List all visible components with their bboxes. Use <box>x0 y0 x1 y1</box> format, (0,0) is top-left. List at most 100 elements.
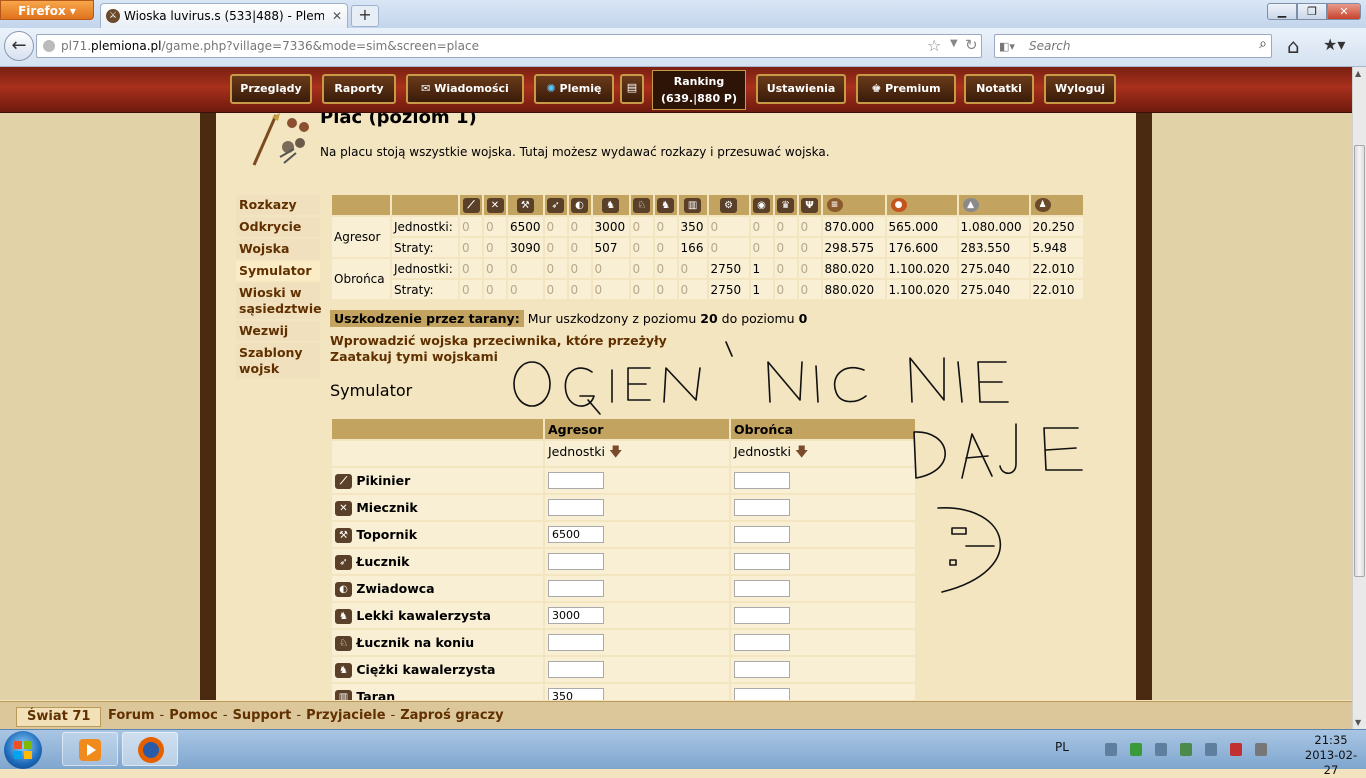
left-menu-wezwij[interactable]: Wezwij <box>236 321 320 343</box>
left-menu-szablony-wojsk[interactable]: Szablony wojsk <box>236 343 320 381</box>
window-restore-button[interactable]: ❐ <box>1297 3 1327 20</box>
search-icon[interactable]: ⌕ <box>1259 36 1267 52</box>
unit-name: Łucznik na koniu <box>356 634 475 650</box>
notebook-button[interactable]: ▤ <box>620 74 644 104</box>
reload-icon[interactable]: ↻ <box>965 36 978 54</box>
ram-damage-to: 0 <box>798 311 808 326</box>
agg-spy-input[interactable] <box>548 580 604 597</box>
left-menu-symulator[interactable]: Symulator <box>236 261 320 283</box>
agg-spear-input[interactable] <box>548 472 604 489</box>
def-archer-input[interactable] <box>734 553 790 570</box>
agg-sword-input[interactable] <box>548 499 604 516</box>
footer-link-przyjaciele[interactable]: Przyjaciele <box>306 708 385 723</box>
tray-battery-icon[interactable] <box>1130 743 1142 756</box>
menu-wiadomosci-button[interactable]: ✉ Wiadomości <box>406 74 524 104</box>
menu-plemie-button[interactable]: ✺ Plemię <box>534 74 614 104</box>
agg-heavy-input[interactable] <box>548 661 604 678</box>
home-icon[interactable]: ⌂ <box>1287 34 1300 58</box>
agg-marcher-input[interactable] <box>548 634 604 651</box>
menu-item-label: Ustawienia <box>766 82 836 95</box>
def-axe-input[interactable] <box>734 526 790 543</box>
footer-link-forum[interactable]: Forum <box>108 708 155 723</box>
def-sword-input[interactable] <box>734 499 790 516</box>
new-tab-button[interactable]: + <box>351 5 379 27</box>
taskbar-clock[interactable]: 21:35 2013-02-27 <box>1298 733 1364 778</box>
ranking-box[interactable]: Ranking (639.|880 P) <box>652 70 746 110</box>
left-menu-odkrycie[interactable]: Odkrycie <box>236 217 320 239</box>
back-button[interactable]: ← <box>4 31 34 61</box>
def-spy-input[interactable] <box>734 580 790 597</box>
menu-ustawienia-button[interactable]: Ustawienia <box>756 74 846 104</box>
footer-link-support[interactable]: Support <box>233 708 292 723</box>
taskbar-firefox[interactable] <box>122 732 178 766</box>
menu-raporty-button[interactable]: Raporty <box>322 74 396 104</box>
unit-name-cell: ⟋ Pikinier <box>332 468 543 493</box>
bookmark-star-icon[interactable]: ☆ <box>927 36 941 55</box>
browser-tab[interactable]: ⚔ Wioska luvirus.s (533|488) - Plemiona … <box>100 3 348 28</box>
scrollbar-thumb[interactable] <box>1354 145 1365 577</box>
tray-flag-icon[interactable] <box>1230 743 1242 756</box>
def-light-input[interactable] <box>734 607 790 624</box>
agg-ram-input[interactable] <box>548 688 604 700</box>
attack-with-troops-link[interactable]: Zaatakuj tymi wojskami <box>330 349 498 364</box>
menu-item-label: Plemię <box>559 82 602 95</box>
sim-agg-cell <box>545 657 729 682</box>
window-close-button[interactable]: ✕ <box>1327 3 1361 20</box>
agg-archer-input[interactable] <box>548 553 604 570</box>
result-cell: 0 <box>484 238 506 257</box>
agg-axe-input[interactable] <box>548 526 604 543</box>
insert-survivors-link[interactable]: Wprowadzić wojska przeciwnika, które prz… <box>330 333 667 348</box>
footer-link-pomoc[interactable]: Pomoc <box>169 708 218 723</box>
def-marcher-input[interactable] <box>734 634 790 651</box>
scroll-down-icon[interactable]: ▼ <box>1355 718 1361 727</box>
taskbar-media-player[interactable] <box>62 732 118 766</box>
tray-app-icon[interactable] <box>1180 743 1192 756</box>
footer-link-zapros-graczy[interactable]: Zaproś graczy <box>400 708 503 723</box>
menu-notatki-button[interactable]: Notatki <box>964 74 1034 104</box>
menu-premium-button[interactable]: ♚ Premium <box>856 74 956 104</box>
ranking-value: (639.|880 P) <box>660 92 738 105</box>
search-bar[interactable]: ◧▾ Search ⌕ <box>994 34 1272 58</box>
arrow-down-icon[interactable]: 🡇 <box>795 445 808 460</box>
language-indicator[interactable]: PL <box>1055 740 1069 754</box>
scroll-up-icon[interactable]: ▲ <box>1355 69 1361 78</box>
tray-volume-icon[interactable] <box>1205 743 1217 756</box>
window-minimize-button[interactable]: ▁ <box>1267 3 1297 20</box>
menu-przeglady-button[interactable]: Przeglądy <box>230 74 312 104</box>
population-icon: ♟ <box>1034 198 1051 213</box>
result-cell: 0 <box>798 280 821 299</box>
result-cell: 0 <box>544 217 567 236</box>
sim-agg-cell <box>545 468 729 493</box>
unit-spy-header: ◐ <box>568 195 591 215</box>
unit-name-cell: ▥ Taran <box>332 684 543 700</box>
left-menu-wojska[interactable]: Wojska <box>236 239 320 261</box>
result-cell: 0 <box>750 238 773 257</box>
url-dropdown-icon[interactable]: ▼ <box>950 38 958 49</box>
def-spear-input[interactable] <box>734 472 790 489</box>
search-engine-icon[interactable]: ◧▾ <box>999 40 1015 53</box>
page-scrollbar[interactable]: ▲ ▼ <box>1352 67 1366 729</box>
sim-def-cell <box>731 495 915 520</box>
left-menu-rozkazy[interactable]: Rozkazy <box>236 195 320 217</box>
menu-item-label: Notatki <box>976 82 1022 95</box>
tray-signal-icon[interactable] <box>1255 743 1267 756</box>
firefox-menu-button[interactable]: Firefox ▾ <box>0 0 94 20</box>
world-button[interactable]: Świat 71 <box>16 707 102 727</box>
start-button[interactable] <box>4 731 42 769</box>
left-menu-wioski-w-sasiedztwie[interactable]: Wioski w sąsiedztwie <box>236 283 322 321</box>
sim-row-lucznik: ➶ Łucznik <box>332 549 915 574</box>
tray-device-icon[interactable] <box>1155 743 1167 756</box>
menu-wyloguj-button[interactable]: Wyloguj <box>1044 74 1116 104</box>
page-title: Plac (poziom 1) <box>320 113 477 128</box>
tab-close-icon[interactable]: ✕ <box>332 4 342 28</box>
url-bar[interactable]: pl71.plemiona.pl/game.php?village=7336&m… <box>36 34 982 58</box>
tray-network-icon[interactable] <box>1105 743 1117 756</box>
agg-light-input[interactable] <box>548 607 604 624</box>
arrow-down-icon[interactable]: 🡇 <box>609 445 622 460</box>
sim-row-miecznik: ✕ Miecznik <box>332 495 915 520</box>
ram-icon: ▥ <box>684 197 702 213</box>
def-heavy-input[interactable] <box>734 661 790 678</box>
windows-logo-icon <box>14 741 32 759</box>
bookmarks-menu-icon[interactable]: ★▾ <box>1323 35 1345 54</box>
def-ram-input[interactable] <box>734 688 790 700</box>
